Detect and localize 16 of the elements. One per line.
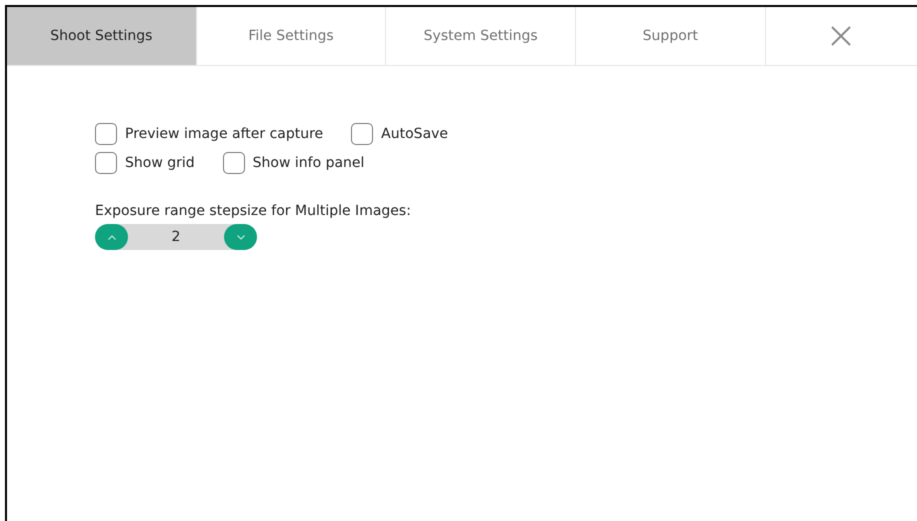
checkbox[interactable]: Preview image after capture — [95, 123, 324, 145]
decrement-icon — [236, 234, 244, 240]
close-icon — [830, 25, 852, 47]
decrement-button[interactable] — [224, 224, 257, 250]
checkbox-box[interactable] — [222, 152, 245, 174]
checkbox[interactable]: Show grid — [95, 152, 195, 174]
tab[interactable]: Shoot Settings — [7, 7, 197, 65]
stepper-label: Exposure range stepsize for Multiple Images: — [95, 203, 412, 219]
stepper-value: 2 — [170, 229, 182, 245]
increment-button[interactable] — [95, 224, 128, 250]
checkbox[interactable]: AutoSave — [351, 123, 448, 145]
checkbox-box[interactable] — [95, 123, 117, 145]
increment-icon — [108, 234, 116, 240]
checkbox-box[interactable] — [351, 123, 374, 145]
checkbox[interactable]: Show info panel — [222, 152, 364, 174]
checkbox-box[interactable] — [95, 152, 117, 174]
